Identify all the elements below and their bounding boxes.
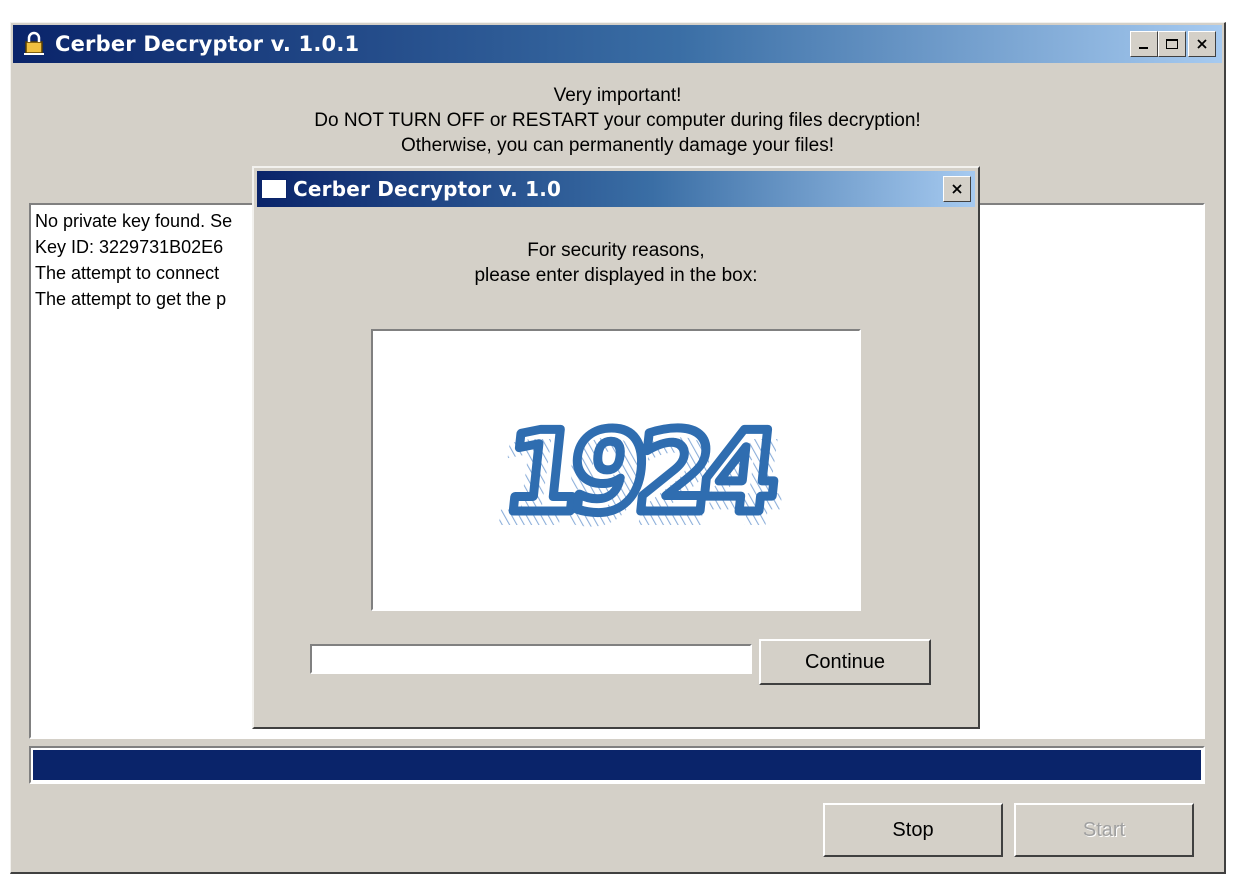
window-icon [261, 179, 287, 199]
warning-text: Very important! Do NOT TURN OFF or RESTA… [11, 83, 1224, 158]
close-button[interactable] [1188, 31, 1216, 57]
dialog-titlebar[interactable]: Cerber Decryptor v. 1.0 [257, 171, 975, 207]
close-icon [952, 184, 962, 194]
minimize-icon [1139, 47, 1148, 49]
captcha-dialog: Cerber Decryptor v. 1.0 For security rea… [252, 166, 980, 729]
main-titlebar[interactable]: Cerber Decryptor v. 1.0.1 [13, 25, 1222, 63]
start-button[interactable]: Start [1014, 803, 1194, 857]
minimize-button[interactable] [1130, 31, 1158, 57]
main-window-title: Cerber Decryptor v. 1.0.1 [55, 32, 360, 56]
captcha-characters: 1924 [497, 408, 781, 538]
dialog-close-button[interactable] [943, 176, 971, 202]
prompt-line: For security reasons, [527, 240, 705, 261]
captcha-graphic: 1924 1924 [481, 404, 794, 553]
security-prompt: For security reasons, please enter displ… [254, 238, 978, 288]
decryption-progress-bar [29, 746, 1205, 784]
maximize-button[interactable] [1158, 31, 1186, 57]
stop-button[interactable]: Stop [823, 803, 1003, 857]
warning-line: Very important! [553, 85, 682, 106]
close-icon [1197, 39, 1207, 49]
captcha-input[interactable] [310, 644, 752, 674]
continue-button[interactable]: Continue [759, 639, 931, 685]
progress-fill [33, 750, 1201, 780]
dialog-title: Cerber Decryptor v. 1.0 [293, 177, 562, 201]
warning-line: Do NOT TURN OFF or RESTART your computer… [314, 110, 921, 131]
maximize-icon [1166, 39, 1178, 49]
prompt-line: please enter displayed in the box: [474, 265, 758, 286]
lock-icon [24, 31, 44, 55]
captcha-image: 1924 1924 [371, 329, 861, 611]
warning-line: Otherwise, you can permanently damage yo… [401, 135, 834, 156]
